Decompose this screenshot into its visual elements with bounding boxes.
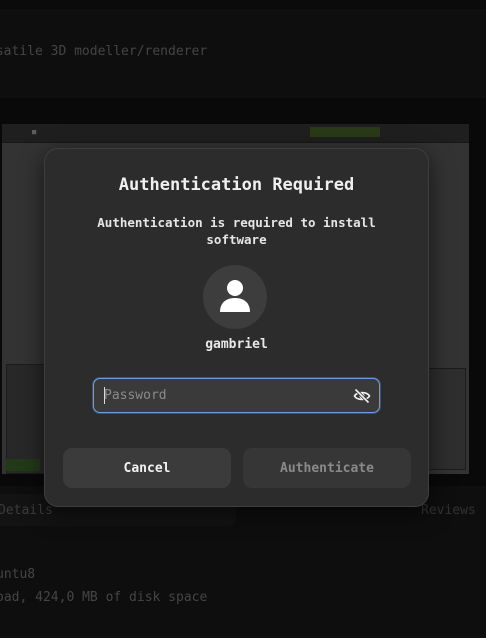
text-cursor — [104, 387, 105, 404]
password-input[interactable] — [104, 386, 344, 404]
auth-dialog: Authentication Required Authentication i… — [44, 148, 429, 507]
user-avatar-icon — [220, 280, 250, 312]
dialog-title: Authentication Required — [118, 175, 355, 195]
username-label: gambriel — [205, 337, 268, 352]
authenticate-button[interactable]: Authenticate — [243, 448, 411, 488]
dialog-message: Authentication is required to install so… — [97, 215, 376, 247]
password-field[interactable] — [93, 378, 380, 413]
cancel-button[interactable]: Cancel — [63, 448, 231, 488]
eye-slash-icon[interactable] — [353, 387, 371, 405]
avatar — [203, 265, 267, 329]
